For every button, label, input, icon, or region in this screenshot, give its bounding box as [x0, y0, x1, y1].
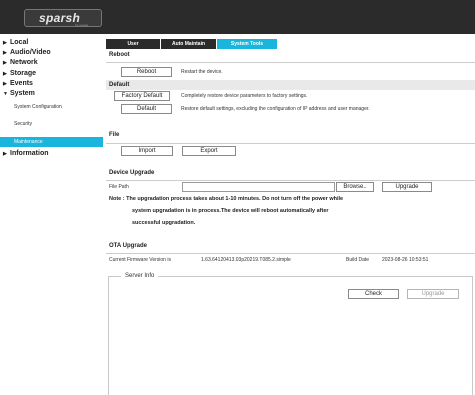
collapse-arrow-icon: ▼	[3, 91, 8, 97]
sidebar-item-local[interactable]: ▶ Local	[3, 39, 28, 46]
device-upgrade-section-title: Device Upgrade	[109, 170, 155, 176]
top-header: sparsh for people	[0, 0, 475, 34]
sidebar-item-label: Storage	[10, 70, 37, 77]
default-section-title: Default	[109, 82, 130, 88]
sidebar-item-label: Events	[10, 80, 33, 87]
default-button[interactable]: Default	[121, 104, 172, 114]
logo-subtext: for people	[75, 23, 89, 27]
divider	[106, 180, 475, 181]
firmware-version-value: 1.63.64120413.03p20219.T085.2.simple	[201, 257, 291, 263]
sidebar-item-label: Local	[10, 39, 29, 46]
upgrade-note-line-2: system upgradation is in process.The dev…	[132, 208, 329, 214]
file-section-title: File	[109, 132, 120, 138]
expand-arrow-icon: ▶	[3, 50, 7, 56]
tab-bar: User Auto Maintain System Tools	[106, 39, 278, 49]
reboot-section-title: Reboot	[109, 52, 130, 58]
expand-arrow-icon: ▶	[3, 40, 7, 46]
section-band	[106, 80, 475, 90]
brand-logo: sparsh for people	[24, 9, 102, 27]
sidebar-subitem-system-configuration[interactable]: System Configuration	[14, 104, 62, 110]
upgrade-note-line-1: Note : The upgradation process takes abo…	[109, 196, 344, 202]
build-date-value: 2023-08-26 10:53:51	[382, 257, 429, 263]
check-button[interactable]: Check	[348, 289, 399, 299]
main-content: User Auto Maintain System Tools Reboot R…	[106, 34, 475, 395]
sidebar-subitem-maintenance[interactable]: Maintenance	[0, 137, 103, 147]
default-description: Restore default settings, excluding the …	[181, 106, 370, 112]
sidebar-item-information[interactable]: ▶ Information	[3, 150, 49, 157]
file-path-input[interactable]	[182, 182, 335, 192]
build-date-label: Build Date	[346, 257, 370, 263]
sidebar-subitem-label: Maintenance	[14, 139, 43, 145]
expand-arrow-icon: ▶	[3, 71, 7, 77]
divider	[106, 62, 475, 63]
sidebar-item-storage[interactable]: ▶ Storage	[3, 70, 36, 77]
sidebar-item-system[interactable]: ▼ System	[3, 90, 35, 97]
file-path-label: File Path	[109, 184, 129, 190]
sidebar-item-label: Network	[10, 59, 38, 66]
firmware-version-label: Current Firmware Version is	[109, 257, 171, 263]
factory-default-description: Completely restore device parameters to …	[181, 93, 308, 99]
server-info-group: Server Info Check Upgrade	[108, 273, 473, 395]
sidebar: ▶ Local ▶ Audio/Video ▶ Network ▶ Storage ▶ E…	[0, 34, 103, 395]
expand-arrow-icon: ▶	[3, 81, 7, 87]
factory-default-button[interactable]: Factory Default	[114, 91, 170, 101]
sidebar-item-network[interactable]: ▶ Network	[3, 59, 38, 66]
reboot-button[interactable]: Reboot	[121, 67, 172, 77]
expand-arrow-icon: ▶	[3, 151, 7, 157]
sidebar-item-audio-video[interactable]: ▶ Audio/Video	[3, 49, 51, 56]
divider	[106, 253, 475, 254]
upgrade-button[interactable]: Upgrade	[382, 182, 432, 192]
sidebar-item-label: Audio/Video	[10, 49, 51, 56]
sidebar-item-events[interactable]: ▶ Events	[3, 80, 33, 87]
upgrade-note-line-3: successful upgradation.	[132, 220, 196, 226]
server-info-legend: Server Info	[121, 273, 159, 279]
reboot-description: Restart the device.	[181, 69, 223, 75]
expand-arrow-icon: ▶	[3, 60, 7, 66]
tab-auto-maintain[interactable]: Auto Maintain	[161, 39, 216, 49]
browse-button[interactable]: Browse..	[336, 182, 374, 192]
import-button[interactable]: Import	[121, 146, 173, 156]
logo-text: sparsh	[39, 11, 81, 25]
sidebar-subitem-security[interactable]: Security	[14, 121, 32, 127]
ota-upgrade-button[interactable]: Upgrade	[407, 289, 459, 299]
sidebar-item-label: Information	[10, 150, 49, 157]
tab-user[interactable]: User	[106, 39, 160, 49]
ota-upgrade-section-title: OTA Upgrade	[109, 243, 148, 249]
sidebar-item-label: System	[10, 90, 35, 97]
divider	[106, 143, 475, 144]
export-button[interactable]: Export	[182, 146, 236, 156]
tab-system-tools[interactable]: System Tools	[217, 39, 277, 49]
